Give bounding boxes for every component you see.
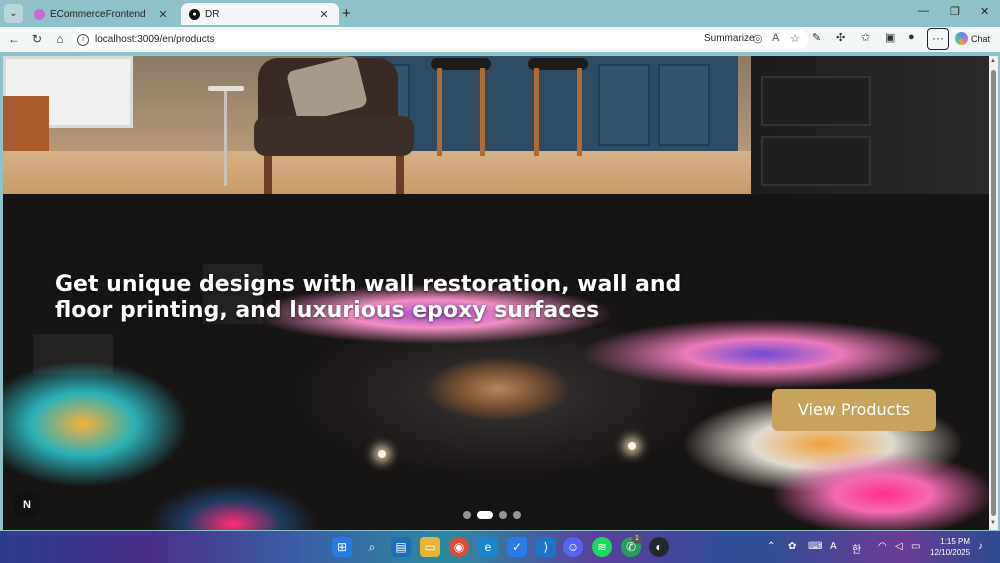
carousel-dot-active[interactable]	[477, 511, 493, 519]
notification-count-badge: 1	[632, 534, 642, 544]
vscode-icon[interactable]: ⟩	[536, 537, 556, 557]
hero-carousel: Get unique designs with wall restoration…	[3, 56, 989, 530]
clock-time: 1:15 PM	[940, 537, 971, 546]
bar-stool-decor	[528, 56, 588, 156]
close-tab-icon[interactable]: ✕	[317, 8, 331, 21]
spotify-icon[interactable]: ≋	[592, 537, 612, 557]
file-explorer-icon[interactable]: ▭	[420, 537, 440, 557]
browser-toolbar: ← ↻ ⌂ i localhost:3009/en/products Summa…	[0, 27, 1000, 52]
copilot-summarize-icon[interactable]: ◎	[753, 32, 763, 45]
discord-icon[interactable]: ☺	[563, 537, 583, 557]
battery-icon[interactable]: ▭	[911, 541, 920, 552]
page-scrollbar[interactable]: ▲ ▼	[989, 56, 998, 530]
summarize-button[interactable]: Summarize	[704, 33, 755, 44]
bar-stool-decor	[431, 56, 491, 156]
read-aloud-icon[interactable]: A	[772, 32, 779, 44]
clock-date: 12/10/2025	[930, 548, 971, 557]
more-options-button[interactable]: ···	[927, 28, 949, 50]
edge-icon[interactable]: e	[478, 537, 498, 557]
start-windows-icon[interactable]: ⊞	[332, 537, 352, 557]
url-text[interactable]: localhost:3009/en/products	[95, 34, 215, 45]
show-hidden-icons-chevron-icon[interactable]: ⌃	[767, 541, 775, 552]
stool-leg	[534, 68, 539, 156]
carousel-dot[interactable]	[499, 511, 507, 519]
copilot-icon	[955, 32, 968, 45]
extensions-puzzle-icon[interactable]: ✣	[836, 31, 845, 44]
collections-icon[interactable]: ▣	[885, 31, 895, 44]
language-icon[interactable]: 한	[852, 541, 861, 556]
island-panel	[761, 136, 871, 186]
view-products-button[interactable]: View Products	[772, 389, 936, 431]
refresh-icon[interactable]: ↻	[29, 31, 45, 47]
tab-actions-menu-button[interactable]: ⌄	[4, 4, 23, 23]
ecommerce-favicon-icon	[34, 8, 45, 20]
nextjs-dev-badge[interactable]: N	[13, 491, 41, 519]
notifications-bell-icon[interactable]: ♪	[978, 541, 983, 552]
keyboard-icon[interactable]: ⌨	[808, 541, 822, 552]
carousel-dot[interactable]	[463, 511, 471, 519]
floor-light	[628, 442, 636, 450]
scroll-down-icon[interactable]: ▼	[990, 520, 996, 526]
profile-avatar-icon[interactable]: ●	[908, 31, 915, 43]
todo-icon[interactable]: ✓	[507, 537, 527, 557]
new-tab-button[interactable]: +	[342, 5, 351, 22]
armchair-decor	[246, 56, 421, 194]
tab-dr[interactable]: ● DR ✕	[181, 3, 339, 25]
chrome-icon[interactable]: ◉	[449, 537, 469, 557]
stool-leg	[480, 68, 485, 156]
restore-window-button[interactable]: ❐	[950, 5, 960, 18]
wifi-icon[interactable]: ◠	[878, 541, 887, 552]
github-icon[interactable]: ◐	[649, 537, 669, 557]
floor-reflection	[33, 334, 113, 374]
site-info-icon[interactable]: i	[77, 33, 89, 46]
dr-favicon-icon: ●	[189, 8, 200, 20]
side-table-decor	[208, 86, 244, 186]
island-panel	[761, 76, 871, 126]
carousel-pagination	[463, 511, 521, 519]
stool-leg	[437, 68, 442, 156]
back-arrow-icon[interactable]: ←	[6, 31, 22, 47]
favorite-star-icon[interactable]: ☆	[790, 32, 800, 45]
chair-seat	[254, 116, 414, 156]
scroll-up-icon[interactable]: ▲	[990, 58, 996, 64]
tab-strip: ⌄ ECommerceFrontend ✕ ● DR ✕ + — ❐ ✕	[0, 0, 1000, 27]
volume-icon[interactable]: ◁	[895, 541, 903, 552]
close-window-button[interactable]: ✕	[980, 5, 989, 18]
widgets-icon[interactable]: ▤	[391, 537, 411, 557]
tab-title: DR	[205, 8, 220, 20]
pen-icon[interactable]: A	[830, 541, 837, 552]
tab-ecommerce-frontend[interactable]: ECommerceFrontend ✕	[26, 3, 178, 25]
epoxy-floor-decor	[3, 194, 989, 530]
close-tab-icon[interactable]: ✕	[156, 8, 170, 21]
cabinet-door	[658, 64, 710, 146]
chair-leg	[396, 156, 404, 194]
tray-app-icon[interactable]: ✿	[788, 541, 796, 552]
hero-heading: Get unique designs with wall restoration…	[55, 272, 682, 323]
copilot-chat-button[interactable]: Chat	[955, 32, 990, 45]
tab-title: ECommerceFrontend	[50, 8, 146, 20]
scrollbar-thumb[interactable]	[991, 70, 996, 516]
table-leg	[224, 91, 227, 186]
system-clock[interactable]: 1:15 PM 12/10/2025	[930, 536, 970, 558]
chat-label: Chat	[971, 33, 991, 44]
chair-leg	[264, 156, 272, 194]
floor-light	[378, 450, 386, 458]
stool-leg	[577, 68, 582, 156]
carousel-dot[interactable]	[513, 511, 521, 519]
extension-icon[interactable]: ✎	[812, 31, 821, 44]
minimize-window-button[interactable]: —	[918, 5, 929, 17]
windows-taskbar: ⊞ ⌕ ▤ ▭ ◉ e ✓ ⟩ ☺ ≋ ✆ 1 ◐ ⌃ ✿ ⌨ A 한 ◠ ◁ …	[0, 531, 1000, 563]
address-bar[interactable]: i localhost:3009/en/products Summarize ◎…	[72, 30, 809, 49]
favorites-icon[interactable]: ✩	[861, 31, 870, 44]
search-icon[interactable]: ⌕	[362, 537, 382, 557]
cabinet-door	[598, 64, 650, 146]
home-icon[interactable]: ⌂	[52, 31, 68, 47]
